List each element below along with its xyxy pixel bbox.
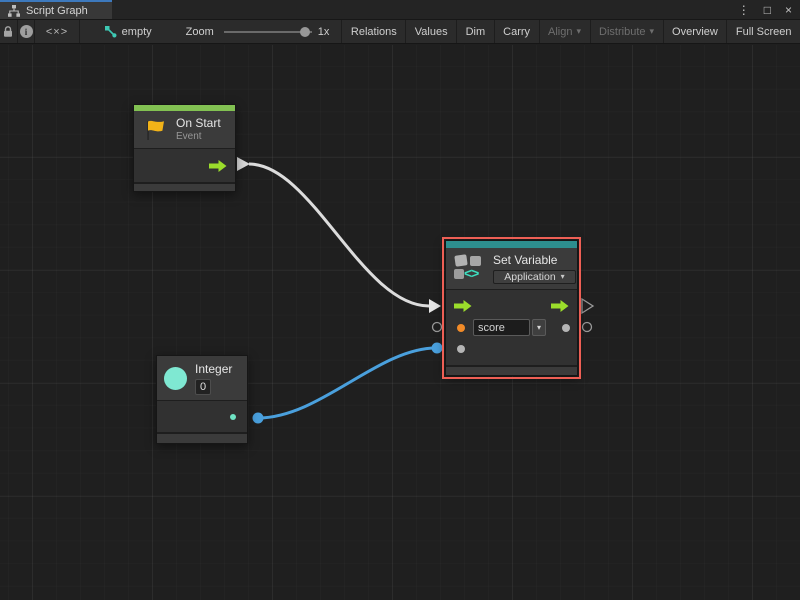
window-controls: ⋮ □ ×: [738, 0, 800, 19]
node-title: Set Variable: [493, 253, 576, 268]
flow-output-port-icon[interactable]: [209, 159, 227, 172]
code-brackets-icon: <×>: [46, 26, 68, 38]
align-dropdown[interactable]: Align ▾: [540, 20, 591, 43]
relations-button[interactable]: Relations: [342, 20, 406, 43]
on-start-footer: [134, 182, 235, 191]
lock-icon: [2, 25, 14, 38]
flag-icon: [142, 117, 168, 143]
toolbar-buttons: Relations Values Dim Carry Align ▾ Distr…: [341, 20, 800, 43]
graph-icon: [104, 25, 117, 38]
values-button[interactable]: Values: [406, 20, 457, 43]
set-variable-icon: <>: [454, 255, 486, 282]
set-variable-footer: [446, 365, 577, 375]
setvariable-flow-output-port[interactable]: [582, 299, 593, 313]
onstart-flow-output-connector[interactable]: [237, 157, 250, 171]
value-output-port[interactable]: [562, 324, 570, 332]
value-wire-integer-to-setvariable[interactable]: [258, 348, 436, 418]
info-icon: i: [20, 25, 33, 38]
info-button[interactable]: i: [18, 20, 36, 43]
full-screen-button[interactable]: Full Screen: [727, 20, 800, 43]
variable-name-row: ▾: [446, 317, 577, 339]
zoom-label: Zoom: [186, 26, 214, 38]
zoom-value: 1x: [318, 26, 330, 38]
value-input-port[interactable]: [457, 345, 465, 353]
tab-bar: Script Graph ⋮ □ ×: [0, 0, 800, 20]
carry-button[interactable]: Carry: [495, 20, 540, 43]
graph-reference[interactable]: empty: [104, 25, 152, 38]
caret-down-icon: ▾: [561, 273, 565, 281]
lock-button[interactable]: [0, 20, 18, 43]
tab-title: Script Graph: [26, 5, 88, 17]
maximize-icon[interactable]: □: [764, 4, 771, 16]
set-variable-header[interactable]: <> Set Variable Application ▾: [446, 248, 577, 290]
node-title: On Start: [176, 116, 221, 131]
value-input-row: [446, 339, 577, 359]
variable-scope-dropdown[interactable]: Application ▾: [493, 270, 576, 284]
overview-button[interactable]: Overview: [664, 20, 728, 43]
graph-toolbar: i <×> empty Zoom 1x Relations Values Dim…: [0, 20, 800, 44]
setvariable-name-input-port[interactable]: [433, 323, 442, 332]
node-set-variable[interactable]: <> Set Variable Application ▾: [445, 240, 578, 376]
caret-down-icon: ▾: [537, 324, 541, 332]
caret-down-icon: ▾: [650, 27, 655, 36]
integer-ports: [157, 401, 247, 432]
setvariable-flow-input-connector[interactable]: [429, 299, 441, 313]
integer-footer: [157, 432, 247, 443]
on-start-ports: [134, 149, 235, 182]
integer-output-port[interactable]: [230, 414, 236, 420]
code-view-button[interactable]: <×>: [35, 20, 79, 43]
graph-canvas[interactable]: On Start Event <> Set Variable Applicati…: [0, 45, 800, 600]
node-integer[interactable]: Integer 0: [156, 355, 248, 444]
node-subtitle: Event: [176, 131, 221, 143]
node-on-start[interactable]: On Start Event: [133, 104, 236, 192]
on-start-header[interactable]: On Start Event: [134, 111, 235, 149]
dim-button[interactable]: Dim: [457, 20, 495, 43]
close-icon[interactable]: ×: [785, 4, 792, 16]
graph-hierarchy-icon: [8, 5, 20, 17]
flow-port-row: [446, 296, 577, 316]
variable-name-dropdown[interactable]: ▾: [532, 319, 546, 336]
variable-brackets-icon: <>: [464, 265, 478, 281]
flow-input-port-icon[interactable]: [454, 300, 472, 313]
name-input-port[interactable]: [457, 324, 465, 332]
node-title: Integer: [195, 362, 232, 377]
variable-name-input[interactable]: [473, 319, 530, 336]
window-menu-icon[interactable]: ⋮: [738, 4, 750, 16]
caret-down-icon: ▾: [577, 27, 582, 36]
variable-accent-stripe: [446, 241, 577, 248]
distribute-dropdown[interactable]: Distribute ▾: [591, 20, 664, 43]
setvariable-value-output-port[interactable]: [583, 323, 592, 332]
graph-ref-label: empty: [122, 26, 152, 38]
integer-output-connector[interactable]: [253, 413, 264, 424]
toolbar-middle: empty Zoom 1x: [80, 20, 330, 43]
set-variable-ports: ▾: [446, 290, 577, 365]
zoom-slider-knob[interactable]: [300, 27, 310, 37]
zoom-slider-track: [224, 31, 312, 33]
setvariable-value-input-connector[interactable]: [432, 343, 443, 354]
tab-script-graph[interactable]: Script Graph: [0, 0, 112, 19]
integer-header[interactable]: Integer 0: [157, 356, 247, 401]
wire-layer: [0, 45, 800, 600]
zoom-slider[interactable]: [224, 20, 312, 44]
integer-value-field[interactable]: 0: [195, 379, 211, 395]
flow-wire-onstart-to-setvariable[interactable]: [249, 164, 429, 306]
flow-output-port-icon[interactable]: [551, 300, 569, 313]
integer-type-icon: [164, 367, 187, 390]
